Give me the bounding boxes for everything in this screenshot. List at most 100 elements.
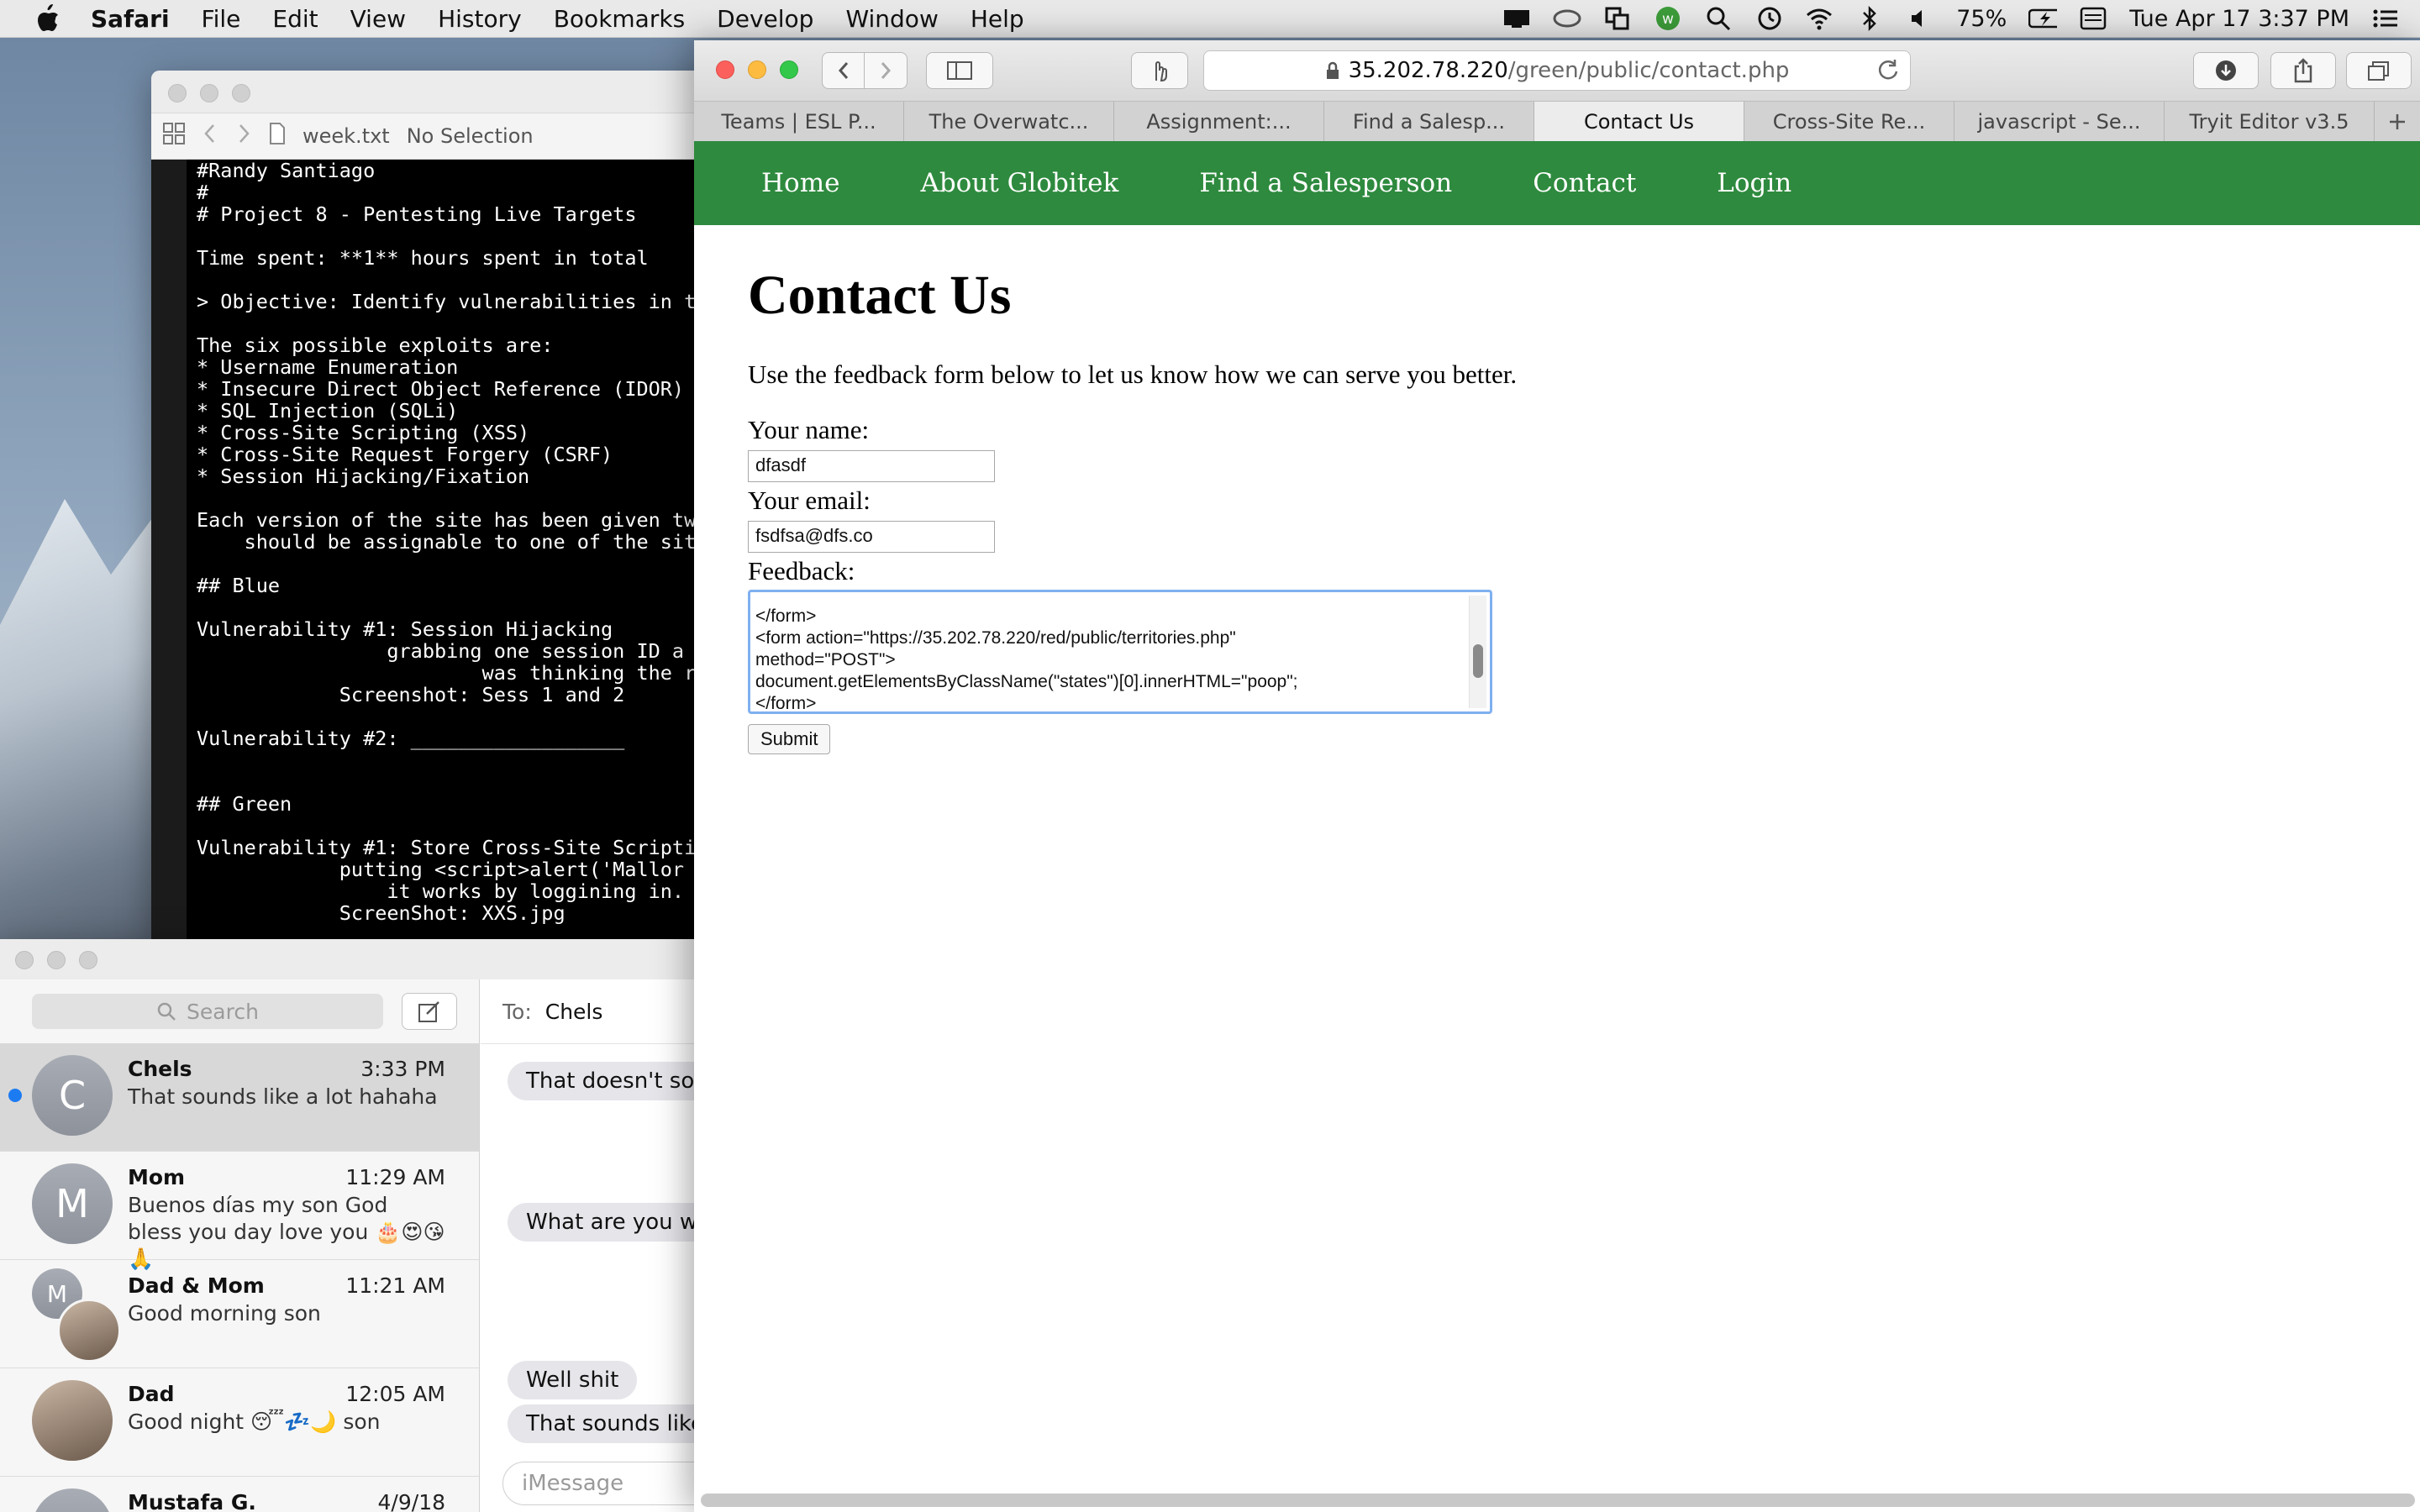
compose-button[interactable] [402,993,457,1030]
spotlight-icon[interactable] [1704,6,1733,31]
avatar: MG [32,1488,113,1512]
email-label: Your email: [748,486,871,515]
display-icon[interactable] [1502,6,1531,31]
safari-window-controls [716,60,798,79]
editor-close-button[interactable] [168,84,187,102]
avatar-photo [32,1380,113,1461]
conversation-mustafa[interactable]: MG Mustafa G. 4/9/18 [0,1477,479,1512]
keyboard-viewer-icon[interactable] [2079,6,2107,31]
search-icon [157,1002,176,1021]
safari-window: 35.202.78.220/green/public/contact.php T… [694,40,2420,1512]
time-machine-icon[interactable] [1754,6,1783,31]
forward-button[interactable] [864,52,908,89]
sidebar-button[interactable] [926,52,993,89]
menu-window[interactable]: Window [845,5,938,33]
nav-contact[interactable]: Contact [1533,168,1636,198]
tab-cross-site[interactable]: Cross-Site Re... [1744,102,1954,142]
conversation-pane: To: Chels That doesn't sou What are you … [481,979,723,1512]
new-tab-button[interactable] [2375,102,2420,142]
conversation-dad[interactable]: Dad 12:05 AM Good night 😴💤🌙 son [0,1368,479,1477]
menu-file[interactable]: File [202,5,241,33]
textarea-scroll-thumb[interactable] [1473,644,1483,678]
message-bubble: What are you wa [508,1203,723,1242]
back-arrow-icon[interactable] [202,123,218,150]
conversation-name: Dad & Mom [128,1273,265,1298]
menu-view[interactable]: View [350,5,406,33]
editor-gutter [151,160,187,939]
back-button[interactable] [822,52,865,89]
tabs-icon [2368,61,2389,81]
menu-clock[interactable]: Tue Apr 17 3:37 PM [2129,6,2349,32]
tabs-overview-button[interactable] [2346,52,2412,89]
volume-icon[interactable] [1906,6,1934,31]
menu-edit[interactable]: Edit [272,5,318,33]
conversation-preview: That sounds like a lot hahaha [128,1084,438,1109]
tab-overwatch[interactable]: The Overwatc... [904,102,1114,142]
tab-teams-esl[interactable]: Teams | ESL P... [694,102,904,142]
editor-minimize-button[interactable] [200,84,218,102]
name-field[interactable]: dfasdf [748,450,995,482]
horizontal-scrollbar[interactable] [701,1494,2415,1507]
unread-indicator [8,1089,22,1102]
nav-about[interactable]: About Globitek [920,168,1118,198]
nav-find-salesperson[interactable]: Find a Salesperson [1199,168,1452,198]
address-bar[interactable]: 35.202.78.220/green/public/contact.php [1203,50,1911,91]
tab-find-salesperson[interactable]: Find a Salesp... [1324,102,1534,142]
conversation-dad-mom[interactable]: M Dad & Mom 11:21 AM Good morning son [0,1260,479,1368]
nav-home[interactable]: Home [761,168,839,198]
menu-help[interactable]: Help [971,5,1024,33]
bluetooth-icon[interactable] [1855,6,1884,31]
tab-contact-us[interactable]: Contact Us [1534,102,1744,142]
apple-menu-icon[interactable] [35,4,60,33]
menu-develop[interactable]: Develop [717,5,813,33]
extension-w-icon[interactable]: w [1654,6,1682,31]
messages-minimize-button[interactable] [47,951,66,969]
editor-file-name[interactable]: week.txt [302,124,390,148]
imessage-input[interactable]: iMessage [502,1462,723,1505]
downloads-button[interactable] [2193,52,2259,89]
creative-cloud-icon[interactable] [1553,6,1581,31]
email-field[interactable]: fsdfsa@dfs.co [748,521,995,553]
safari-minimize-button[interactable] [748,60,766,79]
feedback-textarea[interactable]: </form> <form action="https://35.202.78.… [748,590,1492,714]
share-button[interactable] [2270,52,2336,89]
conversation-mom[interactable]: M Mom 11:29 AM Buenos días my son God bl… [0,1152,479,1271]
messages-zoom-button[interactable] [79,951,97,969]
menu-bookmarks[interactable]: Bookmarks [554,5,685,33]
notification-center-icon[interactable] [2371,6,2400,31]
nav-login[interactable]: Login [1717,168,1791,198]
copy-windows-icon[interactable] [1603,6,1632,31]
sidebar-icon [947,61,972,80]
compose-icon [418,1001,439,1022]
recipient-name: Chels [544,999,603,1024]
menu-safari[interactable]: Safari [91,5,170,33]
messages-close-button[interactable] [15,951,34,969]
submit-button[interactable]: Submit [748,724,831,754]
menu-history[interactable]: History [438,5,522,33]
reload-icon[interactable] [1876,58,1900,81]
conversation-time: 11:21 AM [345,1273,445,1298]
hand-icon [1155,61,1167,82]
safari-close-button[interactable] [716,60,734,79]
forward-arrow-icon[interactable] [235,123,252,150]
extension-button[interactable] [1131,52,1188,89]
editor-selection[interactable]: No Selection [407,124,534,148]
grid-icon[interactable] [163,123,185,150]
conversation-chels[interactable]: C Chels 3:33 PM That sounds like a lot h… [0,1043,479,1152]
editor-text[interactable]: #Randy Santiago # # Project 8 - Pentesti… [187,160,732,939]
tab-javascript[interactable]: javascript - Se... [1954,102,2165,142]
safari-zoom-button[interactable] [780,60,798,79]
messages-window: Search C Chels 3:33 PM That sounds like … [0,939,723,1512]
battery-icon[interactable] [2028,6,2058,31]
editor-zoom-button[interactable] [232,84,250,102]
conversation-preview: Good morning son [128,1301,321,1326]
wifi-icon[interactable] [1805,6,1833,31]
tab-assignment[interactable]: Assignment:... [1114,102,1324,142]
recipient-field[interactable]: To: Chels [481,979,723,1044]
conversation-list: Search C Chels 3:33 PM That sounds like … [0,979,480,1512]
conversation-time: 3:33 PM [360,1057,445,1081]
messages-search-row: Search [0,979,479,1043]
messages-search-input[interactable]: Search [32,994,383,1029]
message-bubble: That doesn't sou [508,1062,723,1100]
tab-tryit-editor[interactable]: Tryit Editor v3.5 [2165,102,2375,142]
